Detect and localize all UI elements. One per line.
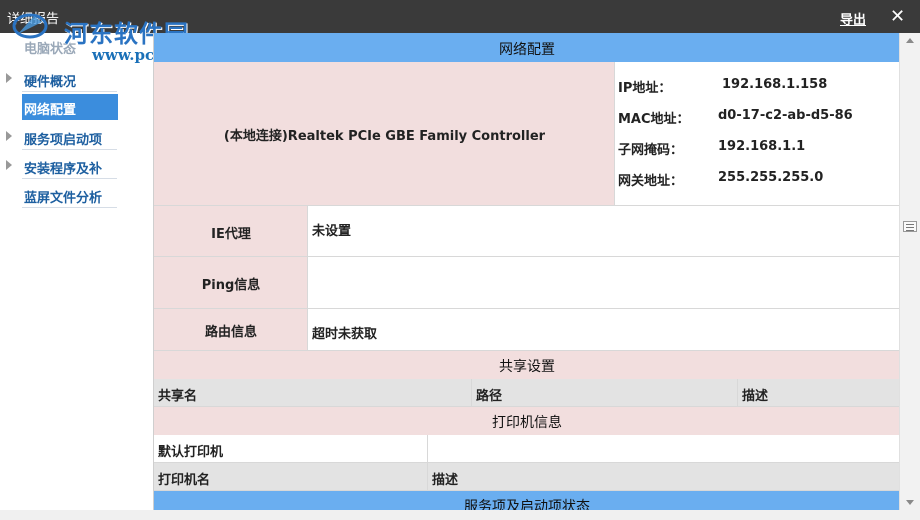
ip-value: 192.168.1.158 [722, 77, 828, 92]
divider [22, 178, 117, 179]
sidebar-item-installed-programs[interactable]: 安装程序及补 [0, 153, 153, 179]
column-header: 描述 [738, 379, 899, 407]
sidebar-item-services[interactable]: 服务项启动项 [0, 124, 153, 150]
route-value-cell: 超时未获取 [308, 309, 899, 351]
proxy-value-cell: 未设置 [308, 206, 899, 257]
column-header: 打印机名 [154, 463, 428, 491]
sidebar-item-computer-status[interactable]: 电脑状态 [0, 35, 153, 61]
column-label: 共享名 [158, 389, 198, 404]
section-header-printer: 打印机信息 [154, 407, 899, 435]
bottom-edge [0, 510, 920, 520]
section-title: 共享设置 [499, 359, 555, 375]
mac-value: d0-17-c2-ab-d5-86 [718, 108, 853, 123]
proxy-label-cell: IE代理 [154, 206, 308, 257]
vertical-scrollbar[interactable] [899, 33, 920, 510]
ping-label: Ping信息 [201, 278, 261, 293]
sidebar: 电脑状态 硬件概况 网络配置 服务项启动项 安装程序及补 蓝屏文件分析 [0, 33, 153, 520]
sidebar-item-hardware[interactable]: 硬件概况 [0, 66, 153, 92]
sidebar-item-label: 网络配置 [24, 103, 77, 118]
subnet-value: 192.168.1.1 [718, 139, 806, 154]
scroll-thumb[interactable] [903, 221, 917, 232]
report-content[interactable]: 网络配置 (本地连接)Realtek PCIe GBE Family Contr… [153, 33, 899, 510]
proxy-value: 未设置 [312, 224, 352, 239]
proxy-row: IE代理 未设置 [154, 206, 899, 257]
ping-row: Ping信息 [154, 257, 899, 309]
sidebar-item-network[interactable]: 网络配置 [0, 94, 153, 120]
gateway-value: 255.255.255.0 [718, 170, 824, 185]
address-info-cell: IP地址： 192.168.1.158 MAC地址： d0-17-c2-ab-d… [615, 62, 899, 206]
section-header-share: 共享设置 [154, 351, 899, 379]
close-icon[interactable]: ✕ [890, 6, 905, 27]
route-row: 路由信息 超时未获取 [154, 309, 899, 351]
sidebar-item-label: 蓝屏文件分析 [24, 191, 103, 206]
ping-label-cell: Ping信息 [154, 257, 308, 309]
route-label: 路由信息 [204, 325, 257, 340]
section-header-network: 网络配置 [154, 33, 899, 62]
sidebar-item-label: 硬件概况 [24, 75, 77, 90]
subnet-label: 子网掩码： [618, 143, 684, 158]
default-printer-label: 默认打印机 [158, 445, 224, 460]
ip-label: IP地址： [618, 81, 672, 96]
window-title: 详细报告 [7, 12, 60, 27]
section-title: 服务项及启动项状态 [464, 499, 590, 510]
section-header-services: 服务项及启动项状态 [154, 491, 899, 510]
ping-value-cell [308, 257, 899, 309]
route-value: 超时未获取 [312, 327, 378, 342]
divider [22, 91, 117, 92]
column-header: 共享名 [154, 379, 472, 407]
expand-arrow-icon[interactable] [6, 73, 12, 83]
sidebar-item-label: 安装程序及补 [24, 162, 103, 177]
adapter-row: (本地连接)Realtek PCIe GBE Family Controller… [154, 62, 899, 206]
printer-columns-row: 打印机名 描述 [154, 463, 899, 491]
scroll-down-arrow-icon[interactable] [906, 500, 914, 505]
column-label: 路径 [476, 389, 503, 404]
divider [22, 149, 117, 150]
title-bar: 详细报告 导出 ✕ [0, 0, 920, 33]
default-printer-label-cell: 默认打印机 [154, 435, 428, 463]
mac-label: MAC地址： [618, 112, 690, 127]
route-label-cell: 路由信息 [154, 309, 308, 351]
expand-arrow-icon[interactable] [6, 160, 12, 170]
section-title: 网络配置 [499, 42, 555, 58]
default-printer-row: 默认打印机 [154, 435, 899, 463]
proxy-label: IE代理 [211, 227, 251, 242]
column-label: 打印机名 [158, 473, 211, 488]
scroll-up-arrow-icon[interactable] [906, 38, 914, 43]
divider [22, 207, 117, 208]
column-label: 描述 [742, 389, 769, 404]
sidebar-item-label: 电脑状态 [24, 42, 77, 57]
adapter-cell: (本地连接)Realtek PCIe GBE Family Controller [154, 62, 615, 206]
sidebar-item-bluescreen[interactable]: 蓝屏文件分析 [0, 182, 153, 208]
default-printer-value-cell [428, 435, 899, 463]
adapter-name: (本地连接)Realtek PCIe GBE Family Controller [223, 129, 546, 144]
share-columns-row: 共享名 路径 描述 [154, 379, 899, 407]
expand-arrow-icon[interactable] [6, 131, 12, 141]
section-title: 打印机信息 [492, 415, 562, 431]
sidebar-item-label: 服务项启动项 [24, 133, 103, 148]
export-button[interactable]: 导出 [840, 9, 866, 28]
column-label: 描述 [432, 473, 459, 488]
gateway-label: 网关地址： [618, 174, 684, 189]
column-header: 描述 [428, 463, 899, 491]
column-header: 路径 [472, 379, 738, 407]
